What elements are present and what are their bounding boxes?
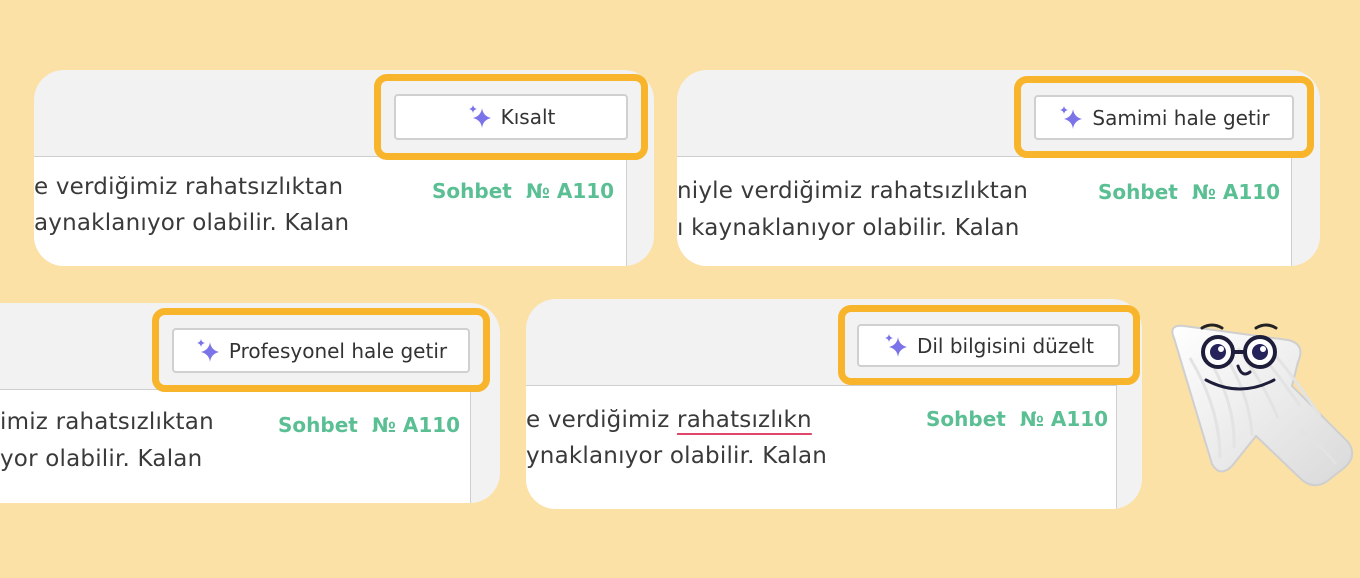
chat-tag-number: № A110	[525, 179, 615, 203]
message-line-2: ı kaynaklanıyor olabilir. Kalan	[677, 215, 1020, 241]
chat-tag: Sohbet № A110	[278, 413, 460, 437]
fix-grammar-button[interactable]: Dil bilgisini düzelt	[857, 324, 1120, 367]
message-pane	[677, 156, 1292, 266]
fix-grammar-button-label: Dil bilgisini düzelt	[916, 333, 1095, 358]
make-professional-button-label: Profesyonel hale getir	[228, 338, 448, 363]
message-line-1: imiz rahatsızlıktan	[0, 409, 214, 435]
chat-tag: Sohbet № A110	[926, 407, 1108, 431]
cursor-mascot-icon	[1171, 323, 1354, 487]
sparkle-icon	[468, 105, 491, 128]
chat-tag-number: № A110	[1019, 407, 1109, 431]
make-professional-button[interactable]: Profesyonel hale getir	[172, 328, 470, 373]
chat-tag: Sohbet № A110	[432, 179, 614, 203]
message-line-2: ynaklanıyor olabilir. Kalan	[526, 443, 828, 469]
sparkle-icon	[1060, 105, 1083, 129]
message-line-2: aynaklanıyor olabilir. Kalan	[34, 210, 350, 236]
chat-tag-number: № A110	[1191, 180, 1281, 204]
make-casual-button[interactable]: Samimi hale getir	[1034, 95, 1294, 140]
chat-tag: Sohbet № A110	[1098, 180, 1280, 204]
chat-tag-label: Sohbet	[278, 413, 358, 437]
chat-tag-label: Sohbet	[926, 407, 1006, 431]
spelling-error-word[interactable]: rahatsızlıkn	[677, 407, 812, 433]
chat-tag-label: Sohbet	[1098, 180, 1178, 204]
chat-tag-number: № A110	[371, 413, 461, 437]
make-casual-button-label: Samimi hale getir	[1092, 105, 1270, 130]
shorten-button-label: Kısalt	[500, 105, 556, 129]
message-line-1: niyle verdiğimiz rahatsızlıktan	[677, 178, 1029, 204]
sparkle-icon	[196, 338, 219, 362]
shorten-button[interactable]: Kısalt	[394, 94, 628, 140]
chat-tag-label: Sohbet	[432, 179, 512, 203]
sparkle-icon	[884, 333, 907, 357]
message-line-1-text: e verdiğimiz	[526, 407, 678, 433]
message-line-2: yor olabilir. Kalan	[0, 446, 203, 472]
message-line-1: e verdiğimiz rahatsızlıkn	[526, 407, 812, 433]
message-line-1: e verdiğimiz rahatsızlıktan	[34, 174, 344, 200]
